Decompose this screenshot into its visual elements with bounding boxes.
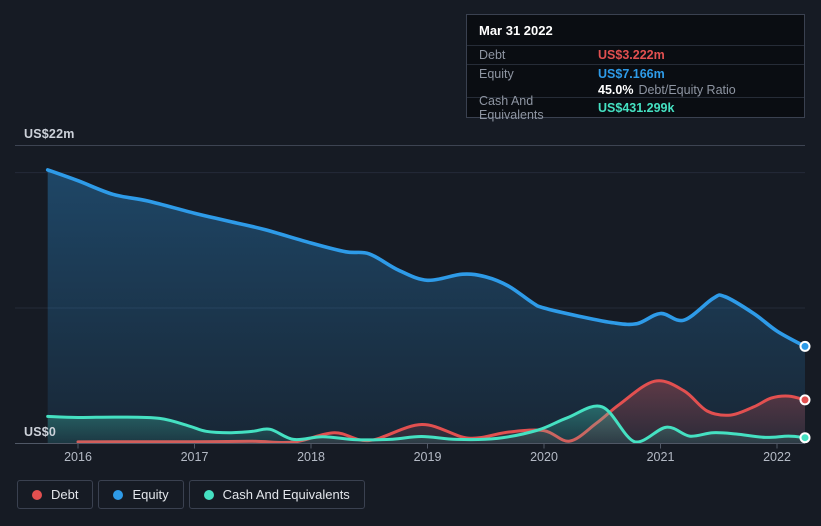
x-tick-label-2018: 2018 — [297, 450, 325, 464]
debt-equity-history-panel: US$22m US$0 2016 2017 2018 2019 2020 2021 2022… — [0, 0, 821, 526]
cash-series-dot-icon — [203, 489, 214, 500]
tooltip-date: Mar 31 2022 — [479, 23, 553, 38]
x-tick-label-2020: 2020 — [530, 450, 558, 464]
equity-end-marker — [799, 340, 811, 352]
tooltip-debt-value: US$3.222m — [598, 48, 665, 62]
tooltip-ratio-label: Debt/Equity Ratio — [638, 82, 736, 97]
chart-legend: Debt Equity Cash And Equivalents — [17, 480, 365, 509]
debt-end-marker — [799, 394, 811, 406]
cash-and-equivalents-end-marker — [799, 432, 811, 444]
debt-series-dot-icon — [32, 489, 42, 500]
tooltip-cash-value: US$431.299k — [598, 100, 675, 115]
tooltip-row-cash: Cash And Equivalents US$431.299k — [467, 94, 804, 122]
x-tick-label-2016: 2016 — [64, 450, 92, 464]
tooltip-cash-label: Cash And Equivalents — [479, 93, 544, 122]
legend-item-equity[interactable]: Equity — [98, 480, 184, 509]
chart-tooltip: Mar 31 2022 Debt US$3.222m Equity US$7.1… — [466, 14, 805, 122]
y-axis-zero-label: US$0 — [24, 425, 57, 439]
tooltip-debt-label: Debt — [479, 48, 506, 62]
y-axis-max-label: US$22m — [24, 127, 75, 141]
x-tick-label-2021: 2021 — [646, 450, 675, 464]
x-tick-label-2019: 2019 — [413, 450, 442, 464]
tooltip-equity-value: US$7.166m — [598, 66, 665, 81]
tooltip-row-equity: Equity US$7.166m — [467, 64, 804, 82]
legend-item-debt[interactable]: Debt — [17, 480, 94, 509]
tooltip-row-debt: Debt US$3.222m — [467, 45, 804, 64]
legend-cash-label: Cash And Equivalents — [222, 487, 350, 502]
legend-equity-label: Equity — [132, 487, 169, 502]
legend-debt-label: Debt — [51, 487, 79, 502]
legend-item-cash[interactable]: Cash And Equivalents — [188, 480, 365, 509]
equity-series-dot-icon — [113, 489, 124, 500]
x-tick-label-2017: 2017 — [180, 450, 209, 464]
x-tick-label-2022: 2022 — [763, 450, 791, 464]
tooltip-ratio-value: 45.0% — [598, 82, 634, 97]
tooltip-equity-label: Equity — [479, 66, 514, 81]
